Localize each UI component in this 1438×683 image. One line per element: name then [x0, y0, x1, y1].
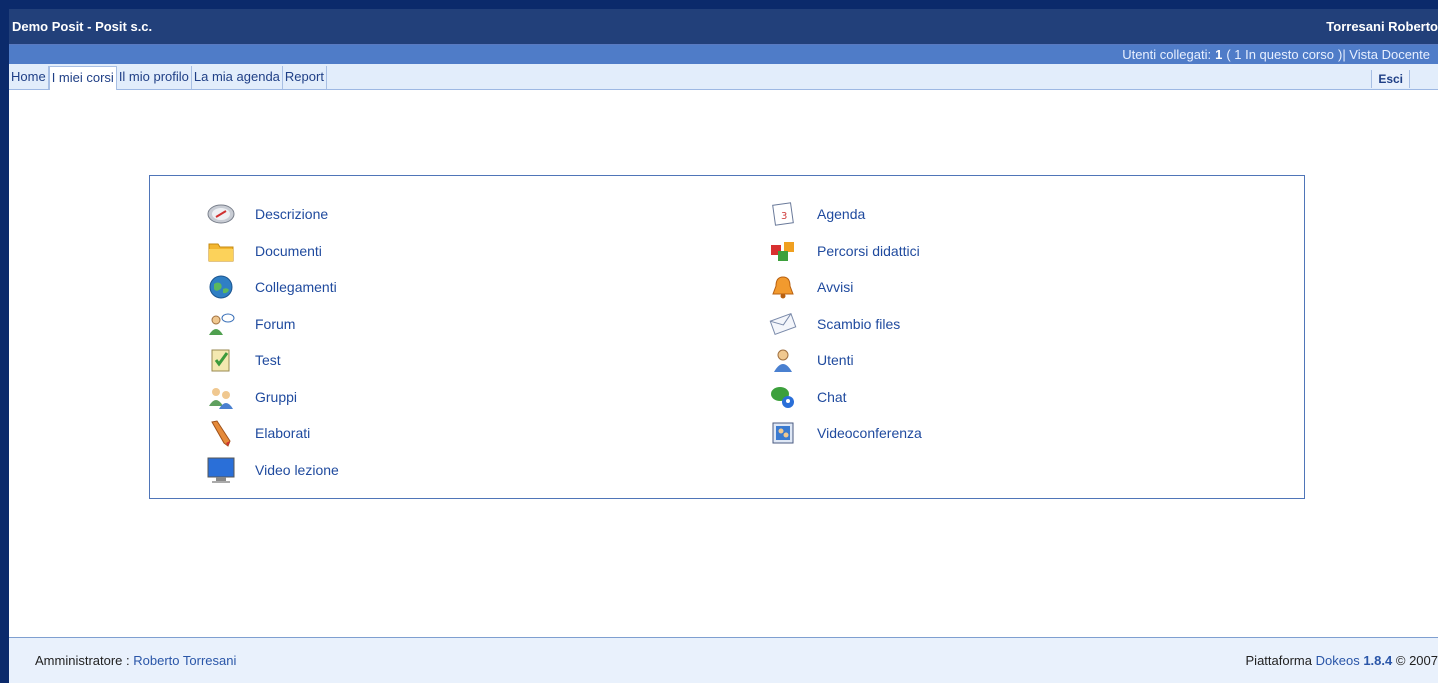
tool-utenti[interactable]: Utenti [768, 342, 922, 379]
course-tools-panel: Descrizione Documenti Collegamenti Forum [149, 175, 1305, 499]
tool-descrizione[interactable]: Descrizione [206, 196, 339, 233]
tools-left-column: Descrizione Documenti Collegamenti Forum [206, 196, 339, 488]
tool-forum[interactable]: Forum [206, 306, 339, 343]
app-frame: Demo Posit - Posit s.c. Torresani Robert… [9, 9, 1438, 683]
tool-label[interactable]: Video lezione [255, 462, 339, 478]
tab-report[interactable]: Report [282, 66, 327, 89]
tool-label[interactable]: Videoconferenza [817, 425, 922, 441]
svg-text:3: 3 [781, 211, 787, 222]
tab-my-courses[interactable]: I miei corsi [48, 66, 117, 90]
status-bar: Utenti collegati: 1 ( 1 In questo corso … [9, 45, 1438, 64]
folder-icon [206, 237, 236, 265]
tab-home[interactable]: Home [9, 66, 49, 89]
envelope-icon [768, 310, 798, 338]
platform-label: Piattaforma [1245, 653, 1312, 668]
admin-name-link[interactable]: Roberto Torresani [133, 653, 236, 668]
copyright: © 2007 [1395, 653, 1438, 668]
tool-label[interactable]: Avvisi [817, 279, 853, 295]
platform-version: 1.8.4 [1363, 653, 1393, 668]
tool-documenti[interactable]: Documenti [206, 233, 339, 270]
bell-icon [768, 273, 798, 301]
tool-label[interactable]: Collegamenti [255, 279, 337, 295]
footer-platform: Piattaforma Dokeos 1.8.4 © 2007 [1246, 653, 1438, 668]
tool-label[interactable]: Documenti [255, 243, 322, 259]
platform-link[interactable]: Dokeos [1316, 653, 1360, 668]
forum-icon [206, 310, 236, 338]
tools-right-column: 3 Agenda Percorsi didattici Avvisi Scamb… [768, 196, 922, 452]
tool-label[interactable]: Test [255, 352, 281, 368]
tool-gruppi[interactable]: Gruppi [206, 379, 339, 416]
tool-label[interactable]: Scambio files [817, 316, 900, 332]
user-icon [768, 346, 798, 374]
footer-admin: Amministratore : Roberto Torresani [35, 653, 236, 668]
tool-elaborati[interactable]: Elaborati [206, 415, 339, 452]
tool-videoconferenza[interactable]: Videoconferenza [768, 415, 922, 452]
tool-label[interactable]: Chat [817, 389, 847, 405]
tool-label[interactable]: Percorsi didattici [817, 243, 920, 259]
tool-scambio-files[interactable]: Scambio files [768, 306, 922, 343]
online-users-count: 1 [1215, 47, 1223, 62]
tool-test[interactable]: Test [206, 342, 339, 379]
compass-icon [206, 200, 236, 228]
calendar-icon: 3 [768, 200, 798, 228]
chat-icon [768, 383, 798, 411]
teacher-view-link[interactable]: )| Vista Docente [1338, 47, 1430, 62]
quiz-icon [206, 346, 236, 374]
tab-my-agenda[interactable]: La mia agenda [191, 66, 283, 89]
tool-collegamenti[interactable]: Collegamenti [206, 269, 339, 306]
tool-label[interactable]: Elaborati [255, 425, 310, 441]
monitor-icon [206, 456, 236, 484]
online-users-label: Utenti collegati: [1122, 47, 1212, 62]
course-users-text: ( 1 In questo corso [1226, 47, 1334, 62]
admin-label: Amministratore : [35, 653, 130, 668]
globe-icon [206, 273, 236, 301]
user-name[interactable]: Torresani Roberto [1326, 19, 1438, 34]
tool-label[interactable]: Descrizione [255, 206, 328, 222]
main-nav: Home I miei corsi Il mio profilo La mia … [9, 64, 1438, 90]
tool-label[interactable]: Utenti [817, 352, 854, 368]
tool-avvisi[interactable]: Avvisi [768, 269, 922, 306]
tab-my-profile[interactable]: Il mio profilo [116, 66, 192, 89]
tool-percorsi-didattici[interactable]: Percorsi didattici [768, 233, 922, 270]
site-title[interactable]: Demo Posit - Posit s.c. [12, 19, 152, 34]
videoconference-icon [768, 419, 798, 447]
tool-agenda[interactable]: 3 Agenda [768, 196, 922, 233]
top-header: Demo Posit - Posit s.c. Torresani Robert… [9, 9, 1438, 45]
pencil-icon [206, 419, 236, 448]
footer: Amministratore : Roberto Torresani Piatt… [9, 637, 1438, 683]
group-icon [206, 383, 236, 411]
tool-label[interactable]: Gruppi [255, 389, 297, 405]
tool-label[interactable]: Agenda [817, 206, 865, 222]
cubes-icon [768, 237, 798, 265]
tool-chat[interactable]: Chat [768, 379, 922, 416]
tool-label[interactable]: Forum [255, 316, 295, 332]
tool-video-lezione[interactable]: Video lezione [206, 452, 339, 489]
logout-button[interactable]: Esci [1371, 70, 1410, 88]
